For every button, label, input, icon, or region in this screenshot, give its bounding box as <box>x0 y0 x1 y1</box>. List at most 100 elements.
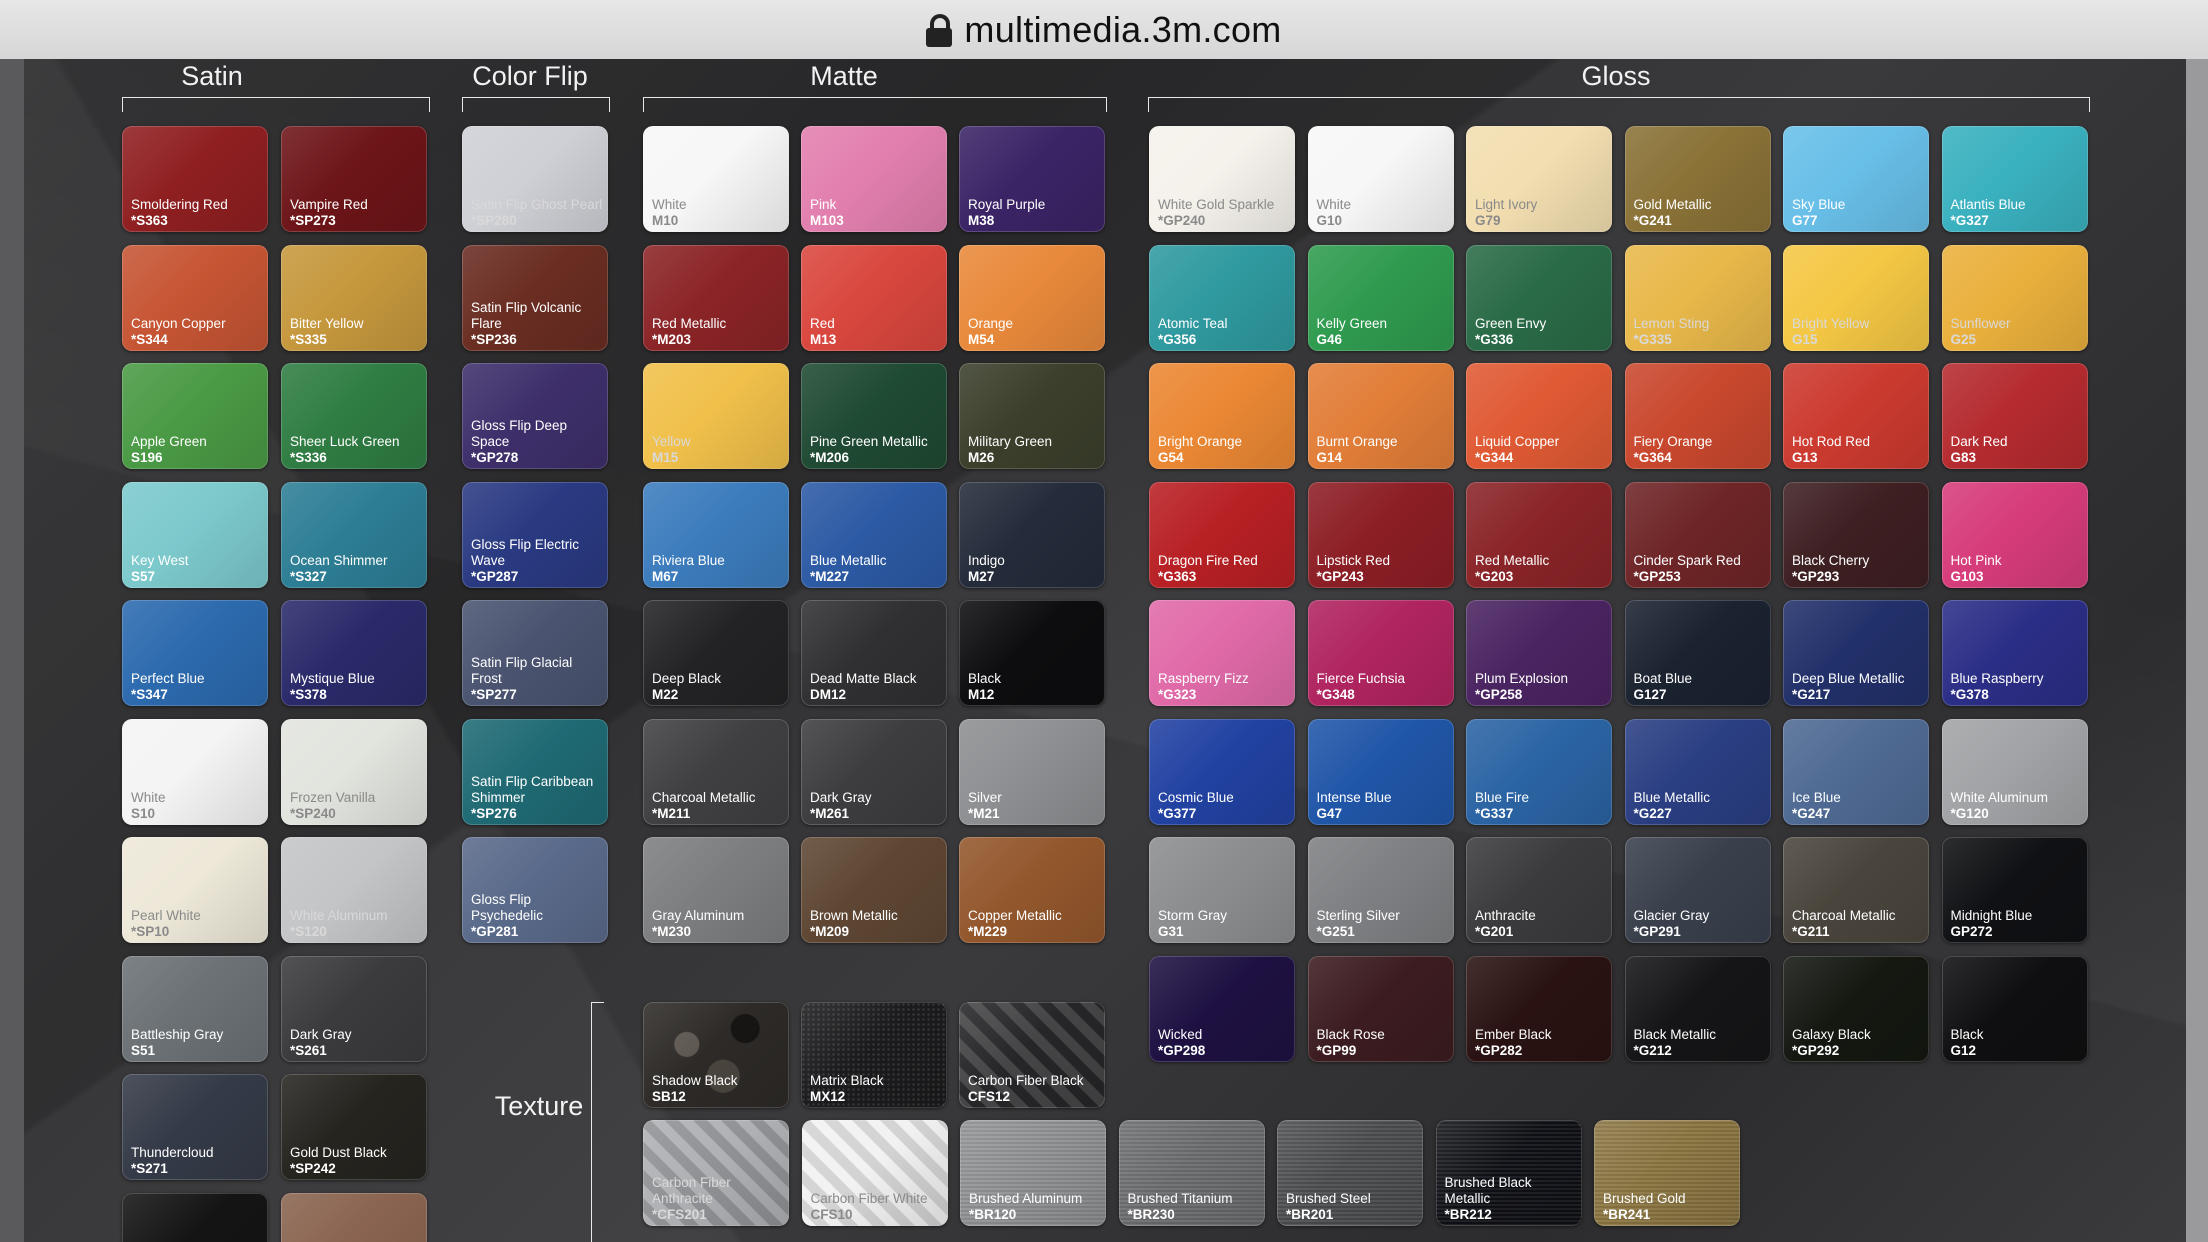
swatch-gloss[interactable]: Liquid Copper *G344 <box>1466 363 1612 469</box>
swatch-matte[interactable]: Deep Black M22 <box>643 600 789 706</box>
swatch-matte[interactable]: Orange M54 <box>959 244 1105 351</box>
swatch-gloss[interactable]: Plum Explosion *GP258 <box>1466 600 1612 706</box>
swatch-texture[interactable]: Shadow Black SB12 <box>643 1002 789 1108</box>
swatch-satin[interactable]: Mystique Blue *S378 <box>281 600 427 706</box>
swatch-gloss[interactable]: Green Envy *G336 <box>1466 244 1612 351</box>
swatch-gloss[interactable]: Black G12 <box>1941 955 2088 1062</box>
swatch-gloss[interactable]: Fiery Orange *G364 <box>1624 363 1771 469</box>
swatch-satin[interactable]: White Aluminum *S120 <box>281 837 427 943</box>
swatch-gloss[interactable]: Bright Orange G54 <box>1149 363 1295 469</box>
swatch-satin[interactable]: Perfect Blue *S347 <box>122 600 268 706</box>
swatch-satin[interactable]: Key West S57 <box>122 481 268 588</box>
swatch-color-flip[interactable]: Gloss Flip Psychedelic *GP281 <box>462 837 608 943</box>
swatch-gloss[interactable]: Intense Blue G47 <box>1307 718 1454 825</box>
swatch-satin[interactable]: Ocean Shimmer *S327 <box>281 481 427 588</box>
swatch-texture[interactable]: Carbon Fiber White CFS10 <box>801 1120 948 1226</box>
swatch-satin[interactable]: Apple Green S196 <box>122 363 268 469</box>
swatch-color-flip[interactable]: Gloss Flip Electric Wave *GP287 <box>462 481 608 588</box>
swatch-texture[interactable]: Brushed Aluminum *BR120 <box>960 1120 1106 1226</box>
swatch-satin[interactable]: Pearl White *SP10 <box>122 837 268 943</box>
swatch-gloss[interactable]: Glacier Gray *GP291 <box>1624 837 1771 943</box>
swatch-satin[interactable]: Dark Gray *S261 <box>281 955 427 1062</box>
swatch-gloss[interactable]: Ice Blue *G247 <box>1783 718 1929 825</box>
swatch-color-flip[interactable]: Satin Flip Caribbean Shimmer *SP276 <box>462 718 608 825</box>
swatch-gloss[interactable]: White Aluminum *G120 <box>1941 718 2088 825</box>
swatch-matte[interactable]: Red Metallic *M203 <box>643 244 789 351</box>
swatch-color-flip[interactable]: Satin Flip Glacial Frost *SP277 <box>462 600 608 706</box>
swatch-gloss[interactable]: Sunflower G25 <box>1941 244 2088 351</box>
swatch-matte[interactable]: Indigo M27 <box>959 481 1105 588</box>
swatch-matte[interactable]: Pink M103 <box>801 126 947 232</box>
swatch-matte[interactable]: Silver *M21 <box>959 718 1105 825</box>
swatch-texture[interactable]: Brushed Titanium *BR230 <box>1118 1120 1265 1226</box>
swatch-matte[interactable]: Red M13 <box>801 244 947 351</box>
swatch-gloss[interactable]: Kelly Green G46 <box>1307 244 1454 351</box>
browser-address-bar[interactable]: multimedia.3m.com <box>0 0 2208 60</box>
swatch-matte[interactable]: Yellow M15 <box>643 363 789 469</box>
swatch-gloss[interactable]: Blue Metallic *G227 <box>1624 718 1771 825</box>
swatch-gloss[interactable]: Dark Red G83 <box>1941 363 2088 469</box>
swatch-gloss[interactable]: Deep Blue Metallic *G217 <box>1783 600 1929 706</box>
swatch-gloss[interactable]: Burnt Orange G14 <box>1307 363 1454 469</box>
swatch-gloss[interactable]: Black Rose *GP99 <box>1307 955 1454 1062</box>
swatch-gloss[interactable]: Lipstick Red *GP243 <box>1307 481 1454 588</box>
swatch-matte[interactable]: Military Green M26 <box>959 363 1105 469</box>
swatch-gloss[interactable]: Atomic Teal *G356 <box>1149 244 1295 351</box>
swatch-gloss[interactable]: Fierce Fuchsia *G348 <box>1307 600 1454 706</box>
swatch-satin[interactable]: Vampire Red *SP273 <box>281 126 427 232</box>
swatch-satin[interactable]: Canyon Copper *S344 <box>122 244 268 351</box>
swatch-gloss[interactable]: Light Ivory G79 <box>1466 126 1612 232</box>
swatch-gloss[interactable]: Sterling Silver *G251 <box>1307 837 1454 943</box>
swatch-gloss[interactable]: Galaxy Black *GP292 <box>1783 955 1929 1062</box>
swatch-texture[interactable]: Carbon Fiber Black CFS12 <box>959 1002 1105 1108</box>
swatch-matte[interactable]: Charcoal Metallic *M211 <box>643 718 789 825</box>
swatch-texture[interactable]: Brushed Black Metallic *BR212 <box>1435 1120 1582 1226</box>
swatch-satin[interactable]: Sheer Luck Green *S336 <box>281 363 427 469</box>
swatch-color-flip[interactable]: Satin Flip Ghost Pearl *SP280 <box>462 126 608 232</box>
swatch-gloss[interactable]: Anthracite *G201 <box>1466 837 1612 943</box>
swatch-gloss[interactable]: Raspberry Fizz *G323 <box>1149 600 1295 706</box>
swatch-matte[interactable]: Royal Purple M38 <box>959 126 1105 232</box>
swatch-gloss[interactable]: Gold Metallic *G241 <box>1624 126 1771 232</box>
swatch-gloss[interactable]: Ember Black *GP282 <box>1466 955 1612 1062</box>
swatch-gloss[interactable]: White Gold Sparkle *GP240 <box>1149 126 1295 232</box>
swatch-matte[interactable]: Brown Metallic *M209 <box>801 837 947 943</box>
swatch-gloss[interactable]: Boat Blue G127 <box>1624 600 1771 706</box>
swatch-matte[interactable]: Gray Aluminum *M230 <box>643 837 789 943</box>
swatch-satin[interactable]: Frozen Vanilla *SP240 <box>281 718 427 825</box>
swatch-satin[interactable] <box>281 1192 427 1242</box>
swatch-matte[interactable]: Dead Matte Black DM12 <box>801 600 947 706</box>
swatch-satin[interactable] <box>122 1192 268 1242</box>
swatch-matte[interactable]: Dark Gray *M261 <box>801 718 947 825</box>
swatch-matte[interactable]: Riviera Blue M67 <box>643 481 789 588</box>
swatch-gloss[interactable]: Hot Pink G103 <box>1941 481 2088 588</box>
swatch-gloss[interactable]: Blue Raspberry *G378 <box>1941 600 2088 706</box>
swatch-gloss[interactable]: Bright Yellow G15 <box>1783 244 1929 351</box>
swatch-gloss[interactable]: Blue Fire *G337 <box>1466 718 1612 825</box>
swatch-color-flip[interactable]: Satin Flip Volcanic Flare *SP236 <box>462 244 608 351</box>
swatch-gloss[interactable]: Black Cherry *GP293 <box>1783 481 1929 588</box>
swatch-satin[interactable]: Smoldering Red *S363 <box>122 126 268 232</box>
swatch-satin[interactable]: Battleship Gray S51 <box>122 955 268 1062</box>
swatch-satin[interactable]: White S10 <box>122 718 268 825</box>
swatch-gloss[interactable]: Black Metallic *G212 <box>1624 955 1771 1062</box>
swatch-matte[interactable]: Copper Metallic *M229 <box>959 837 1105 943</box>
swatch-gloss[interactable]: Red Metallic *G203 <box>1466 481 1612 588</box>
swatch-gloss[interactable]: Cinder Spark Red *GP253 <box>1624 481 1771 588</box>
swatch-gloss[interactable]: Lemon Sting *G335 <box>1624 244 1771 351</box>
swatch-matte[interactable]: White M10 <box>643 126 789 232</box>
swatch-gloss[interactable]: Wicked *GP298 <box>1149 955 1295 1062</box>
swatch-satin[interactable]: Bitter Yellow *S335 <box>281 244 427 351</box>
swatch-gloss[interactable]: Hot Rod Red G13 <box>1783 363 1929 469</box>
swatch-satin[interactable]: Thundercloud *S271 <box>122 1074 268 1180</box>
swatch-gloss[interactable]: Midnight Blue GP272 <box>1941 837 2088 943</box>
swatch-texture[interactable]: Brushed Gold *BR241 <box>1594 1120 1740 1226</box>
swatch-gloss[interactable]: Charcoal Metallic *G211 <box>1783 837 1929 943</box>
swatch-matte[interactable]: Black M12 <box>959 600 1105 706</box>
swatch-texture[interactable]: Brushed Steel *BR201 <box>1277 1120 1423 1226</box>
swatch-gloss[interactable]: Dragon Fire Red *G363 <box>1149 481 1295 588</box>
swatch-texture[interactable]: Matrix Black MX12 <box>801 1002 947 1108</box>
swatch-texture[interactable]: Carbon Fiber Anthracite *CFS201 <box>643 1120 789 1226</box>
swatch-gloss[interactable]: White G10 <box>1307 126 1454 232</box>
swatch-matte[interactable]: Pine Green Metallic *M206 <box>801 363 947 469</box>
